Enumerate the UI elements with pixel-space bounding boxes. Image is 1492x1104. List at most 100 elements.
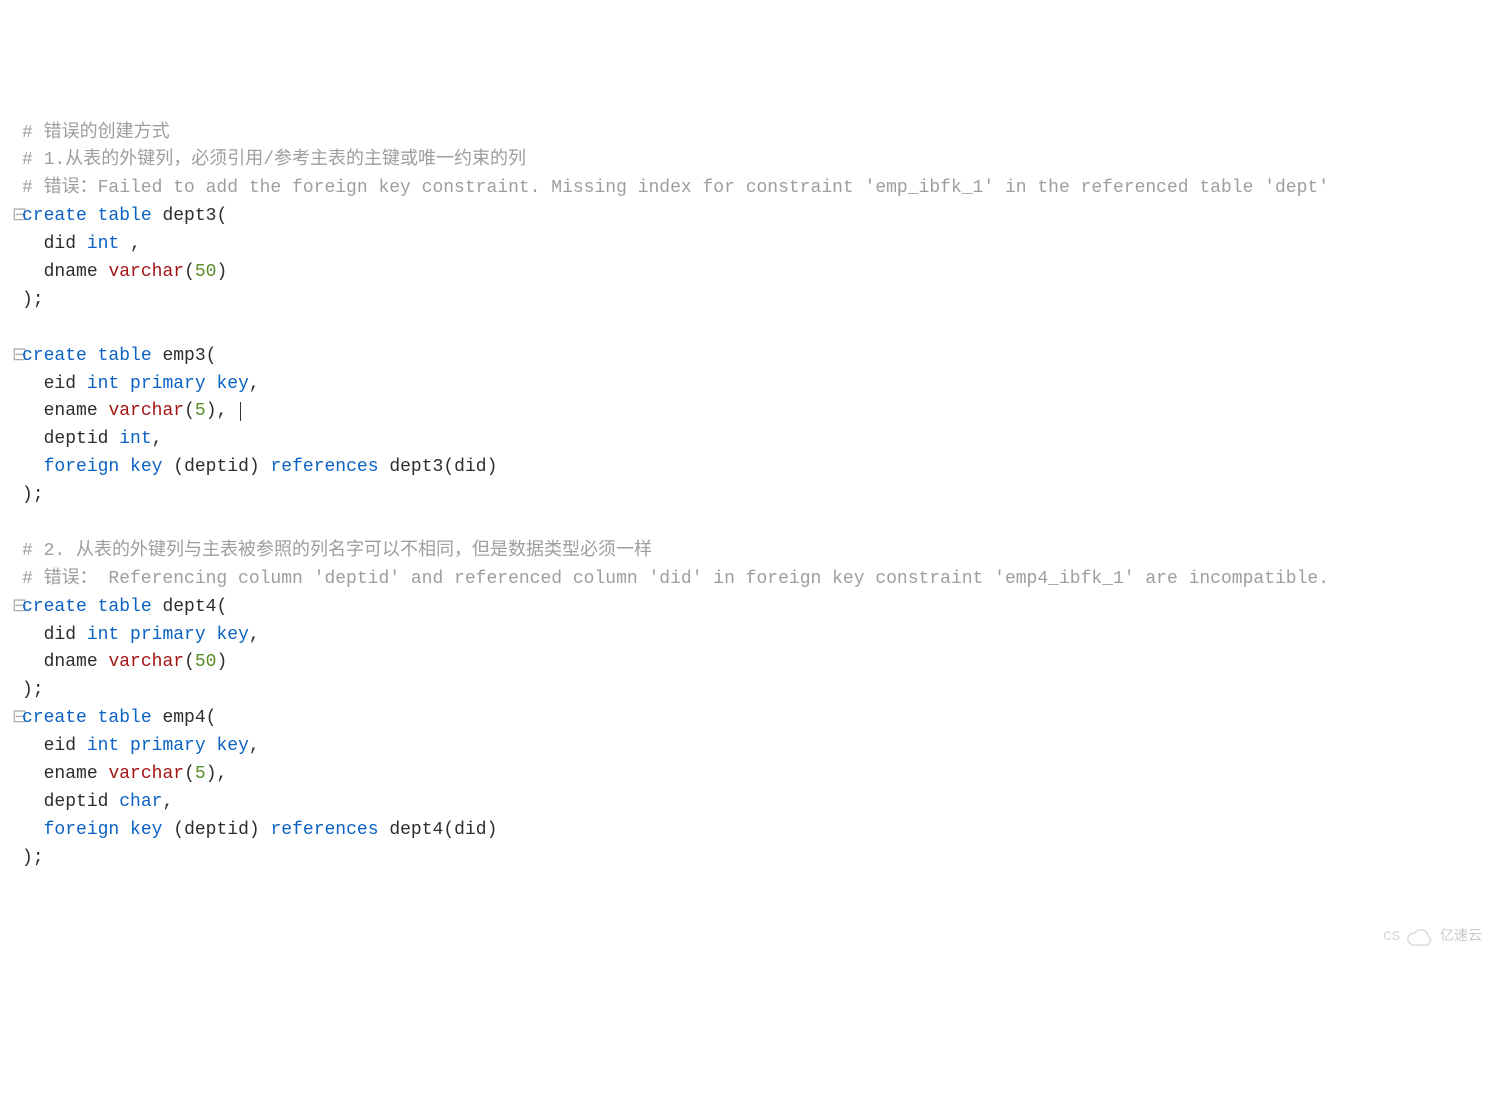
code-line[interactable]: ⊟create table dept3( — [12, 203, 1480, 231]
token-pn: ( — [206, 346, 217, 366]
token-pn: ); — [22, 680, 44, 700]
code-line[interactable]: ename varchar(5), — [12, 398, 1480, 426]
token-pn — [98, 764, 109, 784]
token-id: dept4 — [389, 820, 443, 840]
fold-gutter — [12, 733, 22, 761]
token-id: dname — [44, 652, 98, 672]
code-line[interactable]: # 2. 从表的外键列与主表被参照的列名字可以不相同，但是数据类型必须一样 — [12, 538, 1480, 566]
token-num: 50 — [195, 652, 217, 672]
fold-toggle-icon[interactable]: ⊟ — [12, 705, 22, 733]
token-pn: ( — [216, 597, 227, 617]
code-line[interactable]: eid int primary key, — [12, 371, 1480, 399]
token-kw: foreign — [44, 820, 120, 840]
token-id: dept3 — [389, 457, 443, 477]
token-kw: primary — [130, 625, 206, 645]
token-pn — [22, 764, 44, 784]
token-pn: ( — [162, 820, 184, 840]
token-pn — [152, 206, 163, 226]
token-pn — [22, 652, 44, 672]
token-pn — [22, 457, 44, 477]
code-line[interactable]: ⊟create table dept4( — [12, 594, 1480, 622]
token-kw: int — [87, 736, 119, 756]
fold-toggle-icon[interactable]: ⊟ — [12, 343, 22, 371]
code-line[interactable]: ⊟create table emp3( — [12, 343, 1480, 371]
token-pn — [22, 401, 44, 421]
token-pn: ( — [162, 457, 184, 477]
fold-gutter — [12, 315, 22, 343]
fold-toggle-icon[interactable]: ⊟ — [12, 594, 22, 622]
token-pn: ) — [487, 457, 498, 477]
token-pn: ); — [22, 290, 44, 310]
code-line[interactable]: # 1.从表的外键列，必须引用/参考主表的主键或唯一约束的列 — [12, 147, 1480, 175]
token-pn — [87, 708, 98, 728]
code-line[interactable]: # 错误：Failed to add the foreign key const… — [12, 175, 1480, 203]
token-fn: varchar — [108, 764, 184, 784]
token-pn — [98, 262, 109, 282]
token-pn: ) — [487, 820, 498, 840]
fold-gutter — [12, 287, 22, 315]
token-kw: create — [22, 346, 87, 366]
code-line[interactable]: deptid int, — [12, 426, 1480, 454]
token-fn: varchar — [108, 652, 184, 672]
code-line[interactable]: # 错误： Referencing column 'deptid' and re… — [12, 566, 1480, 594]
watermark-yisu: 亿速云 — [1406, 927, 1482, 949]
fold-gutter — [12, 789, 22, 817]
token-kw: table — [98, 346, 152, 366]
code-editor[interactable]: # 错误的创建方式 # 1.从表的外键列，必须引用/参考主表的主键或唯一约束的列… — [12, 120, 1480, 873]
token-cmt: # 1.从表的外键列，必须引用/参考主表的主键或唯一约束的列 — [22, 150, 526, 170]
token-kw: int — [87, 625, 119, 645]
code-line[interactable]: ⊟create table emp4( — [12, 705, 1480, 733]
token-kw: primary — [130, 736, 206, 756]
token-kw: key — [130, 820, 162, 840]
code-line[interactable]: foreign key (deptid) references dept4(di… — [12, 817, 1480, 845]
code-line[interactable]: ); — [12, 677, 1480, 705]
token-kw: key — [216, 625, 248, 645]
code-line[interactable]: ); — [12, 482, 1480, 510]
token-id: deptid — [184, 457, 249, 477]
token-id: did — [454, 457, 486, 477]
token-pn — [379, 457, 390, 477]
token-pn: ( — [443, 457, 454, 477]
token-pn: ( — [216, 206, 227, 226]
token-id: did — [44, 625, 76, 645]
token-kw: table — [98, 708, 152, 728]
token-pn — [22, 736, 44, 756]
code-line[interactable]: ename varchar(5), — [12, 761, 1480, 789]
fold-toggle-icon[interactable]: ⊟ — [12, 203, 22, 231]
token-kw: create — [22, 206, 87, 226]
code-line[interactable]: # 错误的创建方式 — [12, 120, 1480, 148]
token-id: did — [454, 820, 486, 840]
token-pn — [87, 597, 98, 617]
token-pn — [206, 374, 217, 394]
token-id: ename — [44, 401, 98, 421]
code-line[interactable] — [12, 315, 1480, 343]
code-line[interactable]: deptid char, — [12, 789, 1480, 817]
token-kw: table — [98, 206, 152, 226]
token-pn — [22, 234, 44, 254]
code-line[interactable]: did int primary key, — [12, 622, 1480, 650]
code-line[interactable]: eid int primary key, — [12, 733, 1480, 761]
token-kw: int — [87, 374, 119, 394]
code-line[interactable]: dname varchar(50) — [12, 259, 1480, 287]
code-line[interactable]: ); — [12, 845, 1480, 873]
token-pn — [206, 736, 217, 756]
fold-gutter — [12, 398, 22, 426]
token-pn — [87, 346, 98, 366]
token-pn: ) — [216, 262, 227, 282]
token-kw: int — [119, 429, 151, 449]
token-pn — [22, 792, 44, 812]
token-pn — [76, 234, 87, 254]
fold-gutter — [12, 566, 22, 594]
fold-gutter — [12, 147, 22, 175]
code-line[interactable]: dname varchar(50) — [12, 649, 1480, 677]
code-line[interactable]: foreign key (deptid) references dept3(di… — [12, 454, 1480, 482]
token-pn: ( — [184, 262, 195, 282]
token-kw: table — [98, 597, 152, 617]
token-fn: varchar — [108, 262, 184, 282]
token-pn: , — [249, 625, 260, 645]
token-pn: , — [119, 234, 141, 254]
token-pn — [119, 820, 130, 840]
code-line[interactable]: ); — [12, 287, 1480, 315]
code-line[interactable] — [12, 510, 1480, 538]
code-line[interactable]: did int , — [12, 231, 1480, 259]
